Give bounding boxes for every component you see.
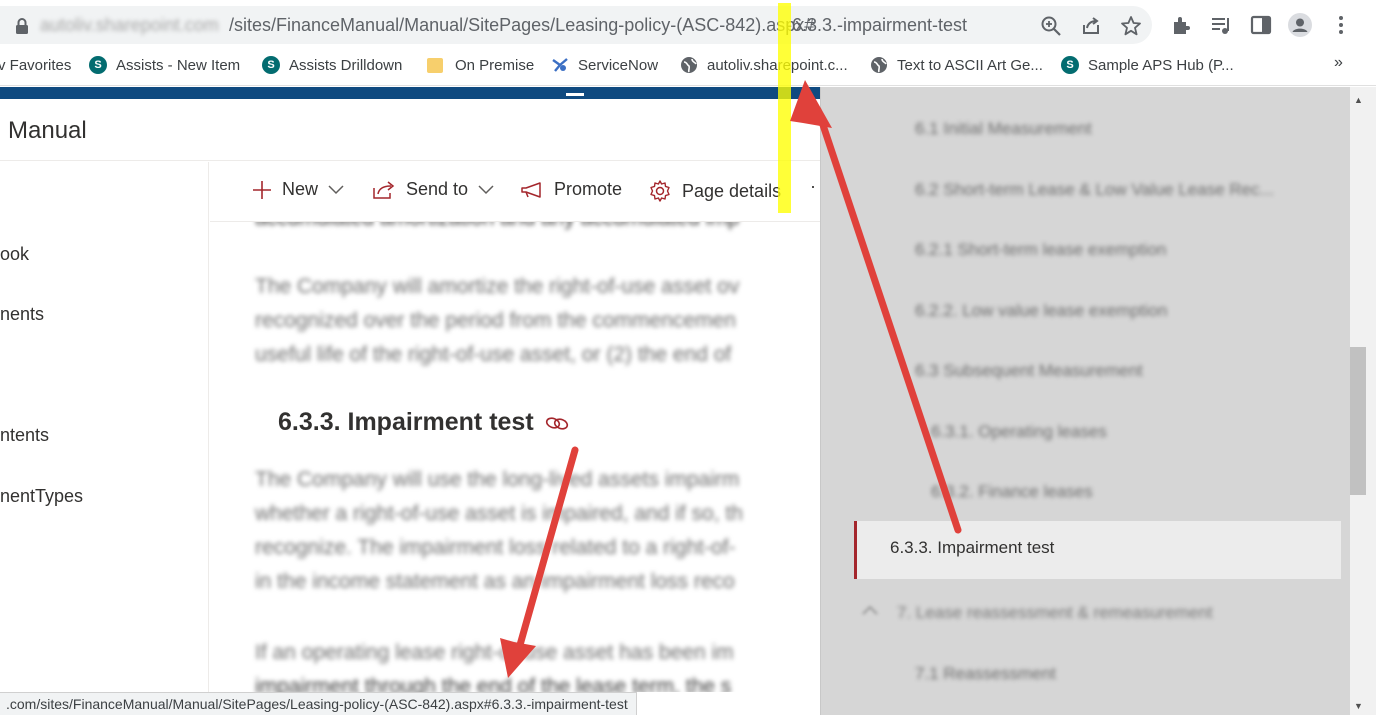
paragraph-line: impairment through the end of the lease … — [255, 675, 732, 692]
gear-icon — [650, 180, 670, 202]
paragraph-line: The Company will use the long-lived asse… — [255, 468, 740, 491]
paragraph-line: useful life of the right-of-use asset, o… — [255, 343, 732, 366]
toc-item[interactable]: 6.3 Subsequent Measurement — [915, 361, 1143, 381]
servicenow-icon — [552, 58, 568, 72]
site-header: Manual — [0, 99, 820, 161]
profile-avatar-icon[interactable] — [1288, 13, 1312, 37]
share-icon[interactable] — [1080, 15, 1102, 37]
page-details-label: Page details — [682, 180, 782, 201]
table-of-contents-panel: 6.1 Initial Measurement 6.2 Short-term L… — [820, 87, 1350, 715]
toc-item-active-label: 6.3.3. Impairment test — [890, 538, 1055, 557]
address-bar[interactable]: autoliv.sharepoint.com /sites/FinanceMan… — [0, 6, 1152, 44]
bookmark-label: Sample APS Hub (P... — [1088, 56, 1234, 74]
paragraph-line: in the income statement as an impairment… — [255, 570, 735, 593]
toc-item[interactable]: 6.3.1. Operating leases — [931, 422, 1107, 442]
sharepoint-icon: S — [89, 56, 107, 74]
nav-item-content-types[interactable]: nentTypes — [0, 486, 83, 507]
bookmark-label: On Premise — [455, 56, 535, 74]
content-line: accumulated amortization and any accumul… — [255, 222, 739, 236]
sharepoint-icon: S — [1061, 56, 1079, 74]
chevron-up-icon[interactable] — [861, 603, 879, 617]
nav-item-contents[interactable]: ntents — [0, 425, 49, 446]
media-control-icon[interactable] — [1209, 13, 1233, 37]
bookmark-sample-aps-hub[interactable]: S Sample APS Hub (P... — [1061, 50, 1234, 80]
yellow-highlight-marker — [778, 3, 791, 213]
folder-icon — [427, 57, 443, 73]
zoom-icon[interactable] — [1040, 15, 1062, 37]
side-panel-icon[interactable] — [1249, 13, 1273, 37]
paragraph-line: The Company will amortize the right-of-u… — [255, 275, 740, 298]
bookmark-label: Text to ASCII Art Ge... — [897, 56, 1043, 74]
send-to-icon — [373, 180, 395, 199]
toc-item[interactable]: 6.2 Short-term Lease & Low Value Lease R… — [915, 180, 1274, 200]
plus-icon — [253, 180, 271, 199]
chevron-down-icon — [478, 184, 494, 194]
paragraph-line: recognize. The impairment loss related t… — [255, 536, 736, 559]
toc-item-active[interactable]: 6.3.3. Impairment test — [854, 521, 1341, 579]
bookmark-on-premise[interactable]: On Premise — [427, 50, 534, 80]
suite-bar — [0, 87, 820, 99]
paragraph-line: If an operating lease right-of-use asset… — [255, 641, 734, 664]
send-to-label: Send to — [406, 179, 469, 199]
globe-icon — [871, 57, 887, 73]
bookmark-label: Assists Drilldown — [289, 56, 403, 74]
globe-icon — [681, 57, 697, 73]
star-icon[interactable] — [1120, 15, 1142, 37]
bookmark-assists-drilldown[interactable]: S Assists Drilldown — [262, 50, 402, 80]
send-to-button[interactable]: Send to — [372, 179, 504, 200]
scrollbar[interactable]: ▲ ▼ — [1350, 87, 1376, 715]
paragraph-line: whether a right-of-use asset is impaired… — [255, 502, 743, 525]
chevron-down-icon — [328, 184, 344, 194]
nav-item-documents[interactable]: nents — [0, 304, 44, 325]
promote-label: Promote — [554, 179, 623, 199]
megaphone-icon — [521, 181, 541, 198]
extensions-icon[interactable] — [1169, 13, 1193, 37]
bookmark-autoliv-sharepoint[interactable]: autoliv.sharepoint.c... — [680, 50, 848, 80]
status-bar-url: .com/sites/FinanceManual/Manual/SitePage… — [0, 692, 637, 715]
scroll-up-icon[interactable]: ▲ — [1354, 95, 1363, 105]
section-heading: 6.3.3. Impairment test — [278, 408, 570, 437]
toc-item[interactable]: 6.2.1 Short-term lease exemption — [915, 240, 1166, 260]
new-label: New — [282, 179, 319, 199]
command-overflow-button[interactable]: · — [810, 176, 816, 197]
toc-item[interactable]: 6.1 Initial Measurement — [915, 119, 1092, 139]
sharepoint-icon: S — [262, 56, 280, 74]
scroll-thumb[interactable] — [1350, 347, 1366, 495]
page-details-button[interactable]: Page details — [648, 179, 781, 203]
promote-button[interactable]: Promote — [520, 179, 622, 200]
bookmark-assists-new-item[interactable]: S Assists - New Item — [89, 50, 240, 80]
url-fragment: -6.3.3.-impairment-test — [786, 15, 968, 35]
bookmark-label: Assists - New Item — [116, 56, 241, 74]
bookmark-ascii-art[interactable]: Text to ASCII Art Ge... — [870, 50, 1043, 80]
toc-item[interactable]: 7. Lease reassessment & remeasurement — [897, 603, 1213, 623]
bookmark-label: v Favorites — [0, 56, 72, 74]
suite-bar-handle[interactable] — [566, 93, 584, 96]
toc-item[interactable]: 6.3.2. Finance leases — [931, 482, 1093, 502]
bookmark-favorites[interactable]: v Favorites — [0, 50, 71, 80]
command-bar: New Send to Promote Page details · — [210, 162, 820, 222]
page-content: accumulated amortization and any accumul… — [210, 222, 820, 692]
url-host: autoliv.sharepoint.com — [40, 15, 219, 35]
nav-item-book[interactable]: ook — [0, 244, 29, 265]
bookmark-label: ServiceNow — [578, 56, 659, 74]
new-button[interactable]: New — [252, 179, 354, 200]
link-icon[interactable] — [544, 413, 570, 433]
url-path: /sites/FinanceManual/Manual/SitePages/Le… — [229, 15, 815, 35]
paragraph-line: recognized over the period from the comm… — [255, 309, 736, 332]
site-title[interactable]: Manual — [8, 117, 87, 145]
heading-text: 6.3.3. Impairment test — [278, 408, 534, 436]
scroll-down-icon[interactable]: ▼ — [1354, 701, 1363, 711]
bookmarks-bar: v Favorites S Assists - New Item S Assis… — [0, 50, 1376, 86]
toc-item[interactable]: 6.2.2. Low value lease exemption — [915, 301, 1167, 321]
bookmark-servicenow[interactable]: ServiceNow — [551, 50, 658, 80]
left-navigation: ook nents ntents nentTypes — [0, 162, 209, 692]
bookmarks-overflow-button[interactable]: » — [1334, 54, 1343, 72]
browser-menu-icon[interactable] — [1329, 13, 1353, 37]
browser-toolbar: autoliv.sharepoint.com /sites/FinanceMan… — [0, 0, 1376, 50]
toc-item[interactable]: 7.1 Reassessment — [915, 664, 1056, 684]
lock-icon[interactable] — [14, 17, 30, 35]
